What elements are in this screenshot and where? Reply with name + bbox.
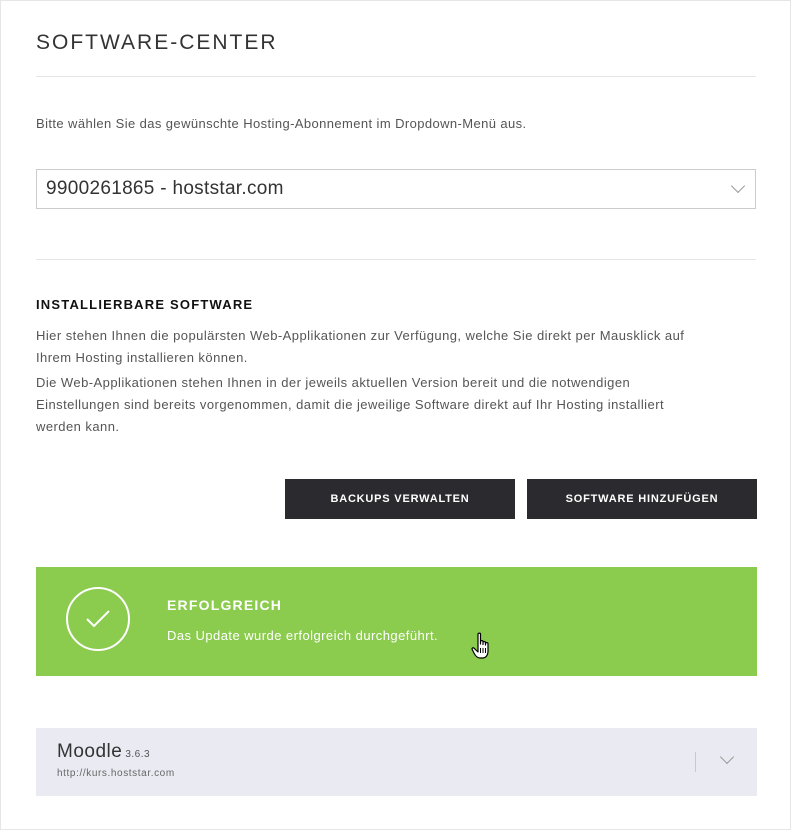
- title-divider: [36, 76, 756, 77]
- installable-software-heading: INSTALLIERBARE SOFTWARE: [36, 297, 254, 312]
- intro-text: Bitte wählen Sie das gewünschte Hosting-…: [36, 116, 527, 131]
- success-title: ERFOLGREICH: [167, 597, 283, 613]
- desc-line: Einstellungen sind bereits vorgenommen, …: [36, 397, 665, 412]
- installable-description-2: Die Web-Applikationen stehen Ihnen in de…: [36, 372, 758, 438]
- add-software-button[interactable]: SOFTWARE HINZUFÜGEN: [527, 479, 757, 519]
- chevron-down-icon: [730, 178, 746, 194]
- subscription-select[interactable]: 9900261865 - hoststar.com: [36, 169, 756, 209]
- chevron-down-icon[interactable]: [719, 749, 735, 765]
- desc-line: Ihrem Hosting installieren können.: [36, 350, 248, 365]
- desc-line: Hier stehen Ihnen die populärsten Web-Ap…: [36, 328, 685, 343]
- desc-line: Die Web-Applikationen stehen Ihnen in de…: [36, 375, 631, 390]
- app-name: Moodle 3.6.3: [57, 741, 150, 763]
- installed-app-moodle[interactable]: Moodle 3.6.3 http://kurs.hoststar.com: [36, 728, 757, 796]
- page-title: SOFTWARE-CENTER: [36, 31, 278, 54]
- manage-backups-button[interactable]: BACKUPS VERWALTEN: [285, 479, 515, 519]
- desc-line: werden kann.: [36, 419, 120, 434]
- software-center-page: SOFTWARE-CENTER Bitte wählen Sie das gew…: [0, 0, 791, 830]
- success-notification: ERFOLGREICH Das Update wurde erfolgreich…: [36, 567, 757, 676]
- success-check-circle: [66, 587, 130, 651]
- section-divider: [36, 259, 756, 260]
- app-version: 3.6.3: [125, 749, 151, 760]
- success-message: Das Update wurde erfolgreich durchgeführ…: [167, 628, 439, 643]
- hand-pointer-cursor-icon: [471, 632, 489, 659]
- vertical-separator: [695, 752, 696, 772]
- subscription-select-value: 9900261865 - hoststar.com: [46, 178, 284, 199]
- installable-description-1: Hier stehen Ihnen die populärsten Web-Ap…: [36, 325, 758, 369]
- checkmark-icon: [86, 610, 110, 628]
- app-name-text: Moodle: [57, 741, 123, 762]
- app-url[interactable]: http://kurs.hoststar.com: [57, 768, 175, 779]
